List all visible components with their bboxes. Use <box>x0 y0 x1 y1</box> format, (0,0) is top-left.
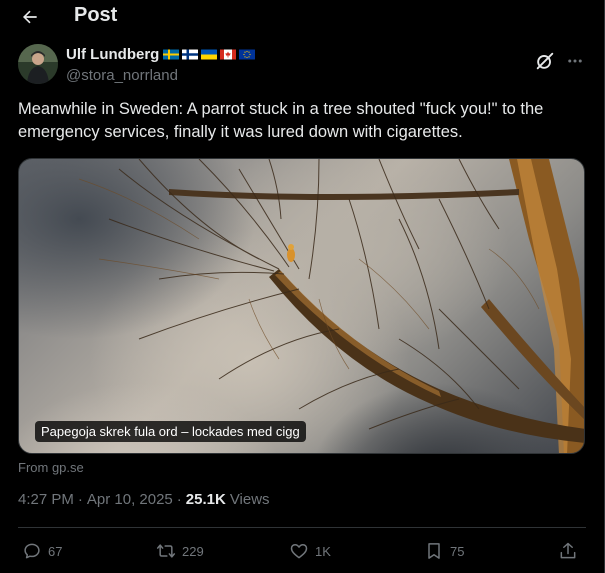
media-caption: Papegoja skrek fula ord – lockades med c… <box>35 421 306 442</box>
back-button[interactable] <box>15 2 45 32</box>
bookmark-count: 75 <box>450 543 465 559</box>
flag-emojis <box>163 49 256 60</box>
tweet-time[interactable]: 4:27 PM <box>18 491 74 508</box>
meta-separator: · <box>77 491 83 508</box>
post-page: Post Ulf Lundberg @stora_norrland Meanwh… <box>0 0 605 573</box>
reply-count: 67 <box>48 543 63 559</box>
display-name-row: Ulf Lundberg <box>66 45 256 63</box>
bookmark-button[interactable]: 75 <box>424 538 464 564</box>
arrow-left-icon <box>22 10 37 24</box>
grok-button[interactable] <box>534 50 556 72</box>
sweden-flag-icon <box>163 49 180 59</box>
reply-icon <box>24 543 40 559</box>
link-source[interactable]: From gp.se <box>18 460 84 475</box>
views-label: Views <box>229 491 270 508</box>
bookmark-icon <box>428 543 440 559</box>
reply-button[interactable]: 67 <box>22 538 62 564</box>
author-names: Ulf Lundberg @stora_norrland <box>66 45 256 84</box>
share-icon <box>560 542 576 559</box>
action-bar: 67 229 1K 75 <box>22 538 582 564</box>
views-count: 25.1K <box>185 491 226 508</box>
ukraine-flag-icon <box>201 49 218 59</box>
repost-button[interactable]: 229 <box>156 538 204 564</box>
canada-flag-icon <box>220 49 237 59</box>
divider <box>18 527 586 528</box>
tweet-meta: 4:27 PM · Apr 10, 2025 · 25.1K Views <box>18 491 270 508</box>
finland-flag-icon <box>182 49 199 59</box>
repost-count: 229 <box>182 543 204 559</box>
avatar[interactable] <box>18 44 58 84</box>
more-options-button[interactable] <box>564 50 586 72</box>
like-button[interactable]: 1K <box>289 538 331 564</box>
avatar-image <box>18 44 58 84</box>
page-title: Post <box>74 4 118 26</box>
author-row: Ulf Lundberg @stora_norrland <box>18 44 586 86</box>
parrot-tree-photo <box>78 159 584 453</box>
share-button[interactable] <box>558 538 578 564</box>
tweet-date[interactable]: Apr 10, 2025 <box>87 491 173 508</box>
tweet-media-card[interactable]: Papegoja skrek fula ord – lockades med c… <box>18 158 585 454</box>
meta-separator: · <box>176 491 182 508</box>
heart-icon <box>290 544 308 559</box>
grok-icon <box>536 52 554 70</box>
author-handle[interactable]: @stora_norrland <box>66 67 255 84</box>
repost-icon <box>156 544 176 558</box>
tweet-text: Meanwhile in Sweden: A parrot stuck in a… <box>18 100 544 141</box>
display-name[interactable]: Ulf Lundberg <box>66 46 159 63</box>
more-horizontal-icon <box>568 59 582 63</box>
eu-flag-icon <box>239 49 256 59</box>
page-header: Post <box>0 0 600 33</box>
like-count: 1K <box>315 543 331 559</box>
